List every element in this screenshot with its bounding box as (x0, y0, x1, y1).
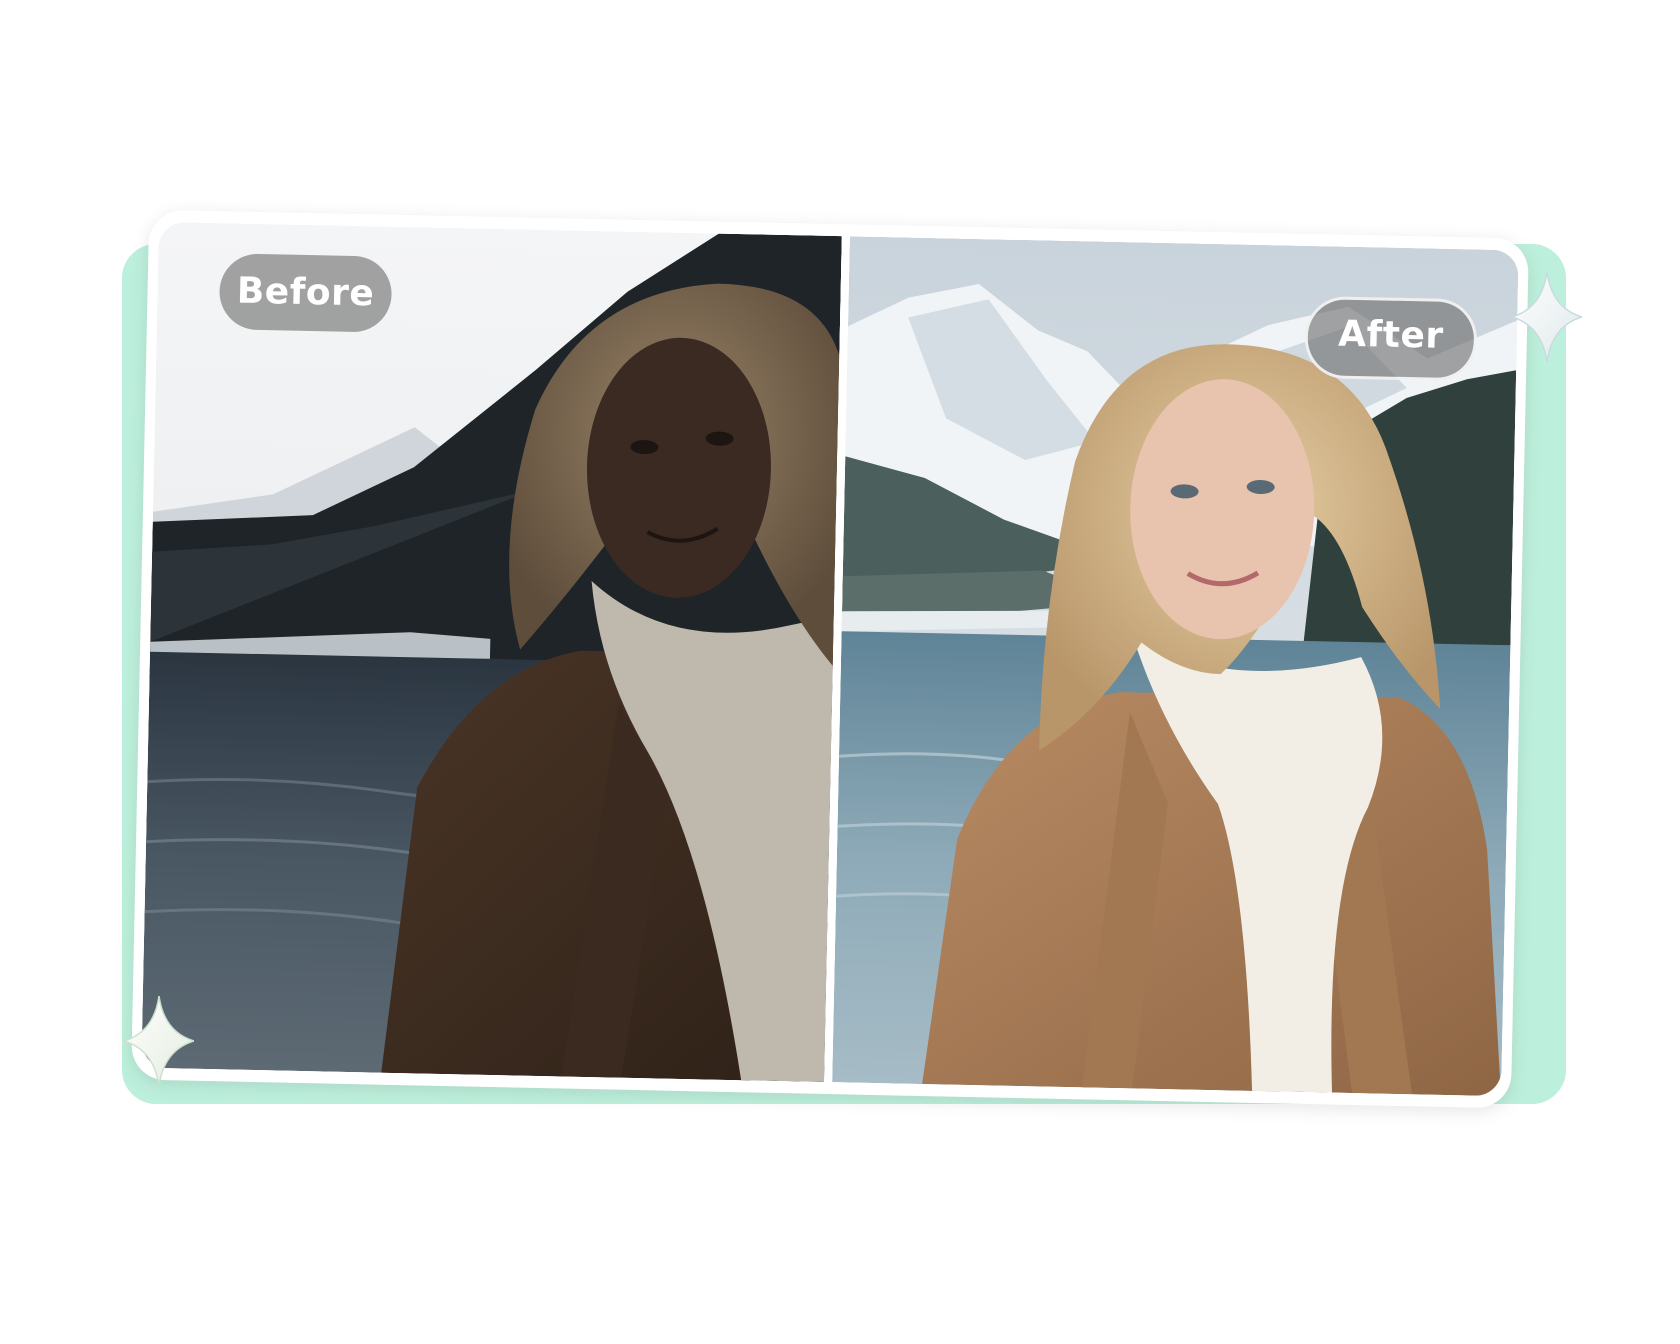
after-photo: After (832, 236, 1519, 1097)
before-after-comparison: Before After (0, 0, 1680, 1344)
before-photo: Before (141, 221, 842, 1082)
sparkle-icon (124, 996, 194, 1086)
sparkle-icon (1512, 272, 1582, 362)
after-label: After (1303, 295, 1478, 382)
comparison-card: Before After (131, 209, 1529, 1109)
before-label: Before (218, 253, 393, 333)
